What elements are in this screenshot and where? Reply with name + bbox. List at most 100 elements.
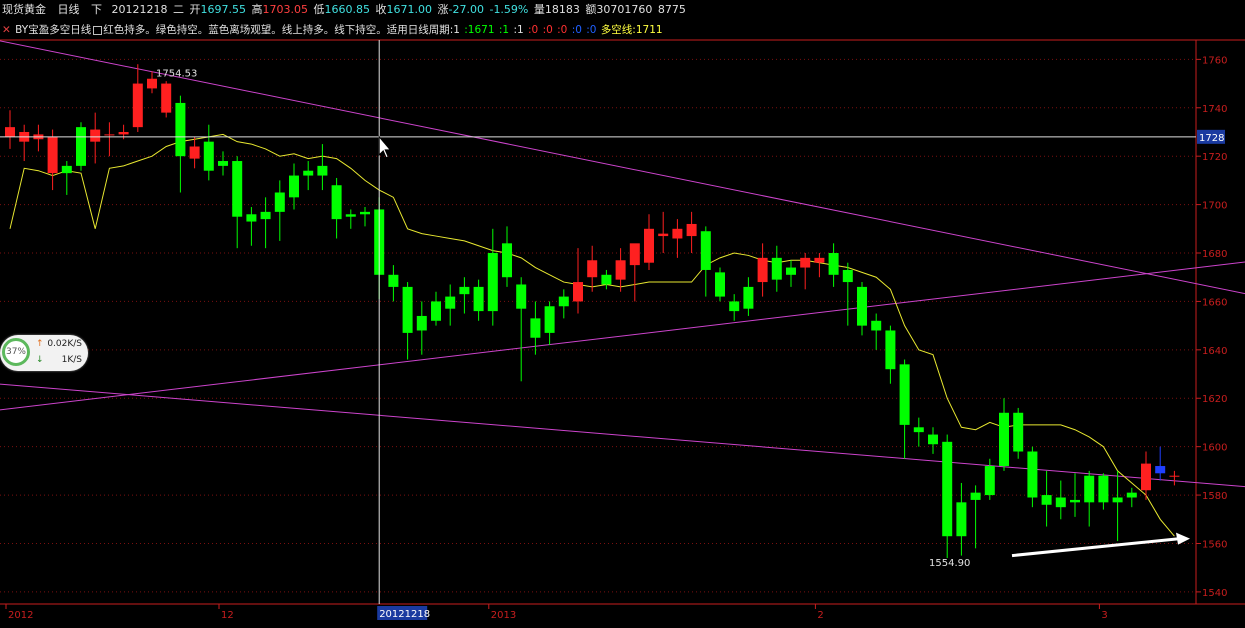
candle-body[interactable] [984, 466, 995, 496]
candle-body[interactable] [786, 267, 796, 275]
candle-body[interactable] [970, 492, 981, 500]
amount-value: 30701760 [596, 3, 653, 16]
candle-body[interactable] [1126, 492, 1137, 498]
candle-body[interactable] [771, 257, 782, 280]
indicator-box-icon [93, 25, 103, 35]
download-speed: 1K/S [61, 355, 82, 365]
candle-body[interactable] [303, 170, 314, 176]
candle-body[interactable] [161, 83, 172, 113]
candle-body[interactable] [530, 318, 541, 338]
candle-body[interactable] [700, 231, 711, 270]
candle-body[interactable] [1141, 463, 1151, 491]
candle-body[interactable] [473, 286, 484, 312]
y-tick-label: 1560 [1202, 539, 1227, 550]
candle-body[interactable] [47, 136, 58, 174]
indicator-bar: ✕ BY宝盈多空日线 红色持多。绿色持空。蓝色离场观望。线上持多。线下持空。适用日… [0, 20, 1245, 40]
candle-body[interactable] [1084, 475, 1095, 503]
candle-body[interactable] [1055, 497, 1066, 508]
candle-body[interactable] [1112, 497, 1123, 503]
candle-body[interactable] [189, 146, 200, 159]
candle-body[interactable] [587, 260, 598, 278]
candle-body[interactable] [800, 257, 811, 268]
network-speed-widget[interactable]: 37% ↑ 0.02K/S ↓ 1K/S [0, 335, 88, 371]
candle-body[interactable] [1041, 495, 1052, 505]
candlestick-chart[interactable]: 1760 1740 1720 1700 1680 1660 1640 1620 1600 1580… [0, 0, 1245, 628]
candle-body[interactable] [1070, 499, 1080, 503]
candle-body[interactable] [658, 233, 669, 237]
indicator-name[interactable]: BY宝盈多空日线 [15, 24, 91, 36]
candle-body[interactable] [345, 214, 356, 217]
candle-body[interactable] [317, 165, 328, 176]
x-tick-label: 2 [817, 610, 823, 621]
candle-body[interactable] [615, 260, 626, 280]
candle-body[interactable] [629, 243, 640, 266]
candle-body[interactable] [289, 175, 299, 198]
candle-body[interactable] [1169, 475, 1180, 477]
candle-body[interactable] [743, 286, 754, 309]
candle-body[interactable] [76, 127, 86, 166]
candle-body[interactable] [487, 253, 498, 312]
candle-body[interactable] [544, 306, 555, 333]
candle-body[interactable] [402, 286, 413, 333]
candle-body[interactable] [757, 257, 768, 283]
candle-body[interactable] [1098, 475, 1109, 503]
candle-body[interactable] [416, 315, 427, 331]
candle-body[interactable] [899, 364, 910, 425]
candle-body[interactable] [459, 286, 470, 295]
candle-body[interactable] [175, 102, 186, 157]
candle-body[interactable] [956, 502, 967, 537]
candle-body[interactable] [502, 243, 512, 278]
candle-body[interactable] [147, 78, 157, 89]
candle-body[interactable] [942, 441, 953, 537]
candle-body[interactable] [90, 129, 101, 142]
candle-body[interactable] [573, 282, 583, 302]
trendline[interactable] [0, 260, 1245, 411]
candle-body[interactable] [260, 211, 271, 220]
price-annotation: 1554.90 [929, 558, 970, 569]
candle-body[interactable] [686, 223, 697, 237]
candle-body[interactable] [913, 427, 924, 433]
indicator-value-4: :0 [528, 24, 539, 36]
close-indicator-icon[interactable]: ✕ [2, 24, 11, 36]
candle-body[interactable] [104, 134, 115, 136]
candle-body[interactable] [218, 161, 228, 166]
candle-body[interactable] [118, 131, 129, 135]
candle-body[interactable] [672, 228, 683, 239]
candle-body[interactable] [814, 257, 825, 263]
indicator-value-6: :0 [557, 24, 568, 36]
candle-body[interactable] [246, 214, 257, 222]
candle-body[interactable] [842, 269, 853, 283]
candle-body[interactable] [928, 434, 938, 445]
candle-body[interactable] [232, 161, 243, 217]
candle-body[interactable] [1027, 451, 1038, 498]
candle-body[interactable] [132, 83, 143, 128]
candle-body[interactable] [331, 185, 342, 220]
change-value: -27.00 [448, 3, 484, 16]
candle-body[interactable] [715, 272, 725, 297]
candle-body[interactable] [388, 274, 399, 287]
candle-body[interactable] [360, 211, 370, 215]
direction-label: 下 [91, 3, 102, 16]
candle-body[interactable] [274, 192, 285, 212]
candle-body[interactable] [61, 165, 72, 174]
candle-body[interactable] [445, 296, 456, 309]
candle-body[interactable] [1155, 466, 1166, 474]
candle-body[interactable] [871, 320, 882, 331]
candle-body[interactable] [729, 301, 740, 312]
candle-body[interactable] [857, 286, 867, 326]
volume-value: 18183 [544, 3, 580, 16]
trendline[interactable] [0, 383, 1245, 488]
candle-body[interactable] [558, 296, 569, 307]
y-tick-label: 1740 [1202, 104, 1227, 115]
candle-body[interactable] [644, 228, 654, 263]
candle-body[interactable] [203, 141, 214, 171]
candle-body[interactable] [999, 412, 1009, 467]
low-label: 低 [313, 3, 325, 16]
candle-body[interactable] [516, 284, 527, 309]
candle-body[interactable] [601, 274, 612, 285]
candle-body[interactable] [1013, 412, 1024, 452]
candle-body[interactable] [431, 301, 441, 321]
candle-body[interactable] [885, 330, 896, 370]
candle-body[interactable] [828, 253, 839, 275]
candle-body[interactable] [5, 127, 15, 137]
